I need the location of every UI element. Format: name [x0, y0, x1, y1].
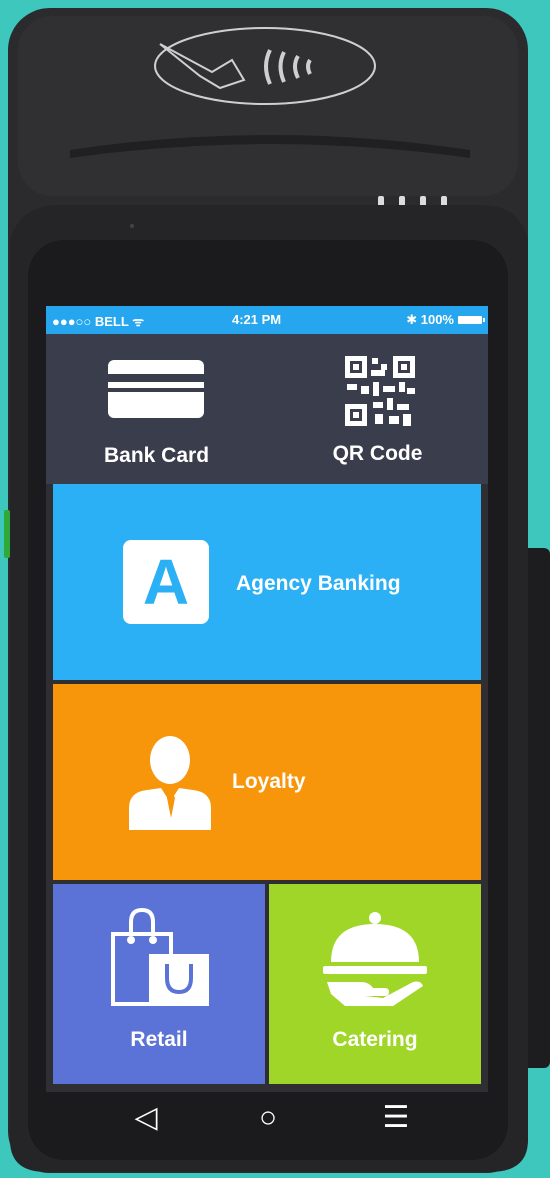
agency-banking-button[interactable]: A Agency Banking	[53, 484, 481, 680]
top-panel: Bank Card QR Code	[46, 334, 488, 484]
qr-code-label: QR Code	[332, 442, 423, 465]
menu-button[interactable]: ☰	[376, 1098, 416, 1138]
carrier-signal: ●●●○○ BELL ᯤ	[52, 314, 145, 329]
agency-banking-label: Agency Banking	[236, 572, 401, 595]
card-icon	[108, 360, 204, 418]
screen: ●●●○○ BELL ᯤ 4:21 PM ✱ 100% Bank Card QR…	[46, 306, 488, 1092]
agency-a-icon: A	[123, 540, 209, 624]
battery-icon	[458, 316, 485, 324]
qr-code-button[interactable]: QR Code	[267, 334, 488, 484]
status-bar: ●●●○○ BELL ᯤ 4:21 PM ✱ 100%	[46, 306, 488, 334]
person-icon	[129, 736, 211, 830]
back-button[interactable]: ◁	[126, 1098, 166, 1138]
catering-label: Catering	[332, 1028, 418, 1051]
loyalty-label: Loyalty	[232, 770, 306, 793]
clock: 4:21 PM	[232, 312, 282, 327]
qr-code-icon	[345, 356, 415, 426]
catering-button[interactable]: Catering	[269, 884, 481, 1084]
home-button[interactable]: ○	[248, 1098, 288, 1138]
bank-card-label: Bank Card	[103, 444, 210, 467]
bank-card-button[interactable]: Bank Card	[46, 334, 267, 484]
cloche-icon	[323, 912, 427, 1006]
battery-percent: ✱ 100%	[406, 312, 454, 327]
shopping-bag-icon	[111, 908, 209, 1006]
retail-label: Retail	[130, 1028, 188, 1051]
loyalty-button[interactable]: Loyalty	[53, 684, 481, 880]
retail-button[interactable]: Retail	[53, 884, 265, 1084]
